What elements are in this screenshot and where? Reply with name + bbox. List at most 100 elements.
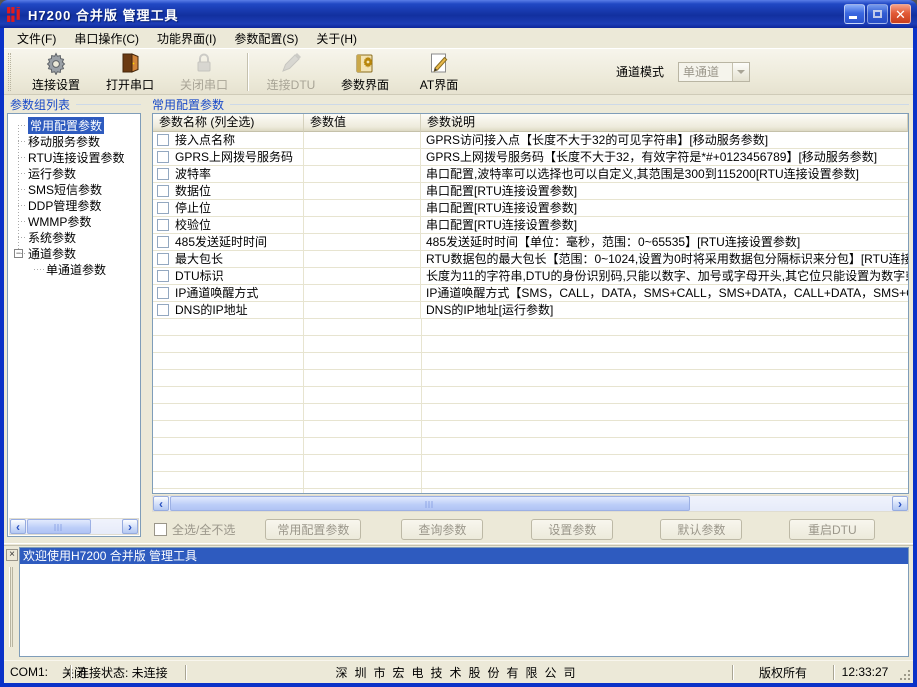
row-checkbox[interactable] bbox=[157, 304, 169, 316]
select-all-checkbox[interactable] bbox=[154, 523, 167, 536]
titlebar[interactable]: H7200 合并版 管理工具 ✕ bbox=[0, 0, 917, 28]
toolbar-button-at-view[interactable]: AT界面 bbox=[402, 50, 476, 93]
row-checkbox[interactable] bbox=[157, 287, 169, 299]
table-row[interactable]: 485发送延时时间 485发送延时时间【单位：毫秒，范围：0~65535】[RT… bbox=[153, 234, 908, 251]
maximize-button[interactable] bbox=[867, 4, 888, 24]
scroll-right-icon[interactable]: › bbox=[892, 496, 908, 511]
row-checkbox[interactable] bbox=[157, 270, 169, 282]
chevron-down-icon[interactable] bbox=[732, 63, 749, 81]
param-value-cell[interactable] bbox=[304, 268, 421, 285]
tree-item[interactable]: − 移动服务参数 bbox=[8, 133, 140, 149]
close-button[interactable]: ✕ bbox=[890, 4, 911, 24]
row-checkbox[interactable] bbox=[157, 253, 169, 265]
column-header-desc[interactable]: 参数说明 bbox=[421, 114, 908, 132]
table-horizontal-scrollbar[interactable]: ‹ › bbox=[152, 495, 909, 512]
window-title: H7200 合并版 管理工具 bbox=[28, 5, 179, 24]
param-value-cell[interactable] bbox=[304, 302, 421, 319]
footer-button[interactable]: 常用配置参数 bbox=[265, 519, 361, 540]
toolbar-button-label: 连接设置 bbox=[32, 76, 80, 93]
table-row[interactable]: 数据位 串口配置[RTU连接设置参数] bbox=[153, 183, 908, 200]
tree-item[interactable]: − 通道参数 bbox=[8, 245, 140, 261]
minimize-button[interactable] bbox=[844, 4, 865, 24]
tree-item[interactable]: − SMS短信参数 bbox=[8, 181, 140, 197]
tree-item[interactable]: − 运行参数 bbox=[8, 165, 140, 181]
table-row[interactable]: 校验位 串口配置[RTU连接设置参数] bbox=[153, 217, 908, 234]
tree-item[interactable]: − RTU连接设置参数 bbox=[8, 149, 140, 165]
param-name: 停止位 bbox=[175, 200, 211, 216]
table-row[interactable]: 波特率 串口配置,波特率可以选择也可以自定义,其范围是300到115200[RT… bbox=[153, 166, 908, 183]
row-checkbox[interactable] bbox=[157, 202, 169, 214]
toolbar-button-open-serial[interactable]: 打开串口 bbox=[93, 50, 167, 93]
tree-horizontal-scrollbar[interactable]: ‹ › bbox=[9, 518, 139, 535]
menu-bar: 文件(F)串口操作(C)功能界面(I)参数配置(S)关于(H) bbox=[4, 28, 913, 48]
log-grip[interactable] bbox=[9, 567, 13, 647]
param-value-cell[interactable] bbox=[304, 149, 421, 166]
table-row[interactable]: 停止位 串口配置[RTU连接设置参数] bbox=[153, 200, 908, 217]
param-value-cell[interactable] bbox=[304, 217, 421, 234]
menu-item[interactable]: 串口操作(C) bbox=[65, 28, 148, 49]
select-all-label: 全选/全不选 bbox=[172, 521, 235, 538]
footer-button[interactable]: 查询参数 bbox=[401, 519, 483, 540]
row-checkbox[interactable] bbox=[157, 236, 169, 248]
row-checkbox[interactable] bbox=[157, 185, 169, 197]
scroll-thumb[interactable] bbox=[27, 519, 91, 534]
log-list[interactable]: 欢迎使用H7200 合并版 管理工具 bbox=[19, 547, 909, 657]
scroll-left-icon[interactable]: ‹ bbox=[10, 519, 26, 534]
table-row[interactable]: DNS的IP地址 DNS的IP地址[运行参数] bbox=[153, 302, 908, 319]
menu-item[interactable]: 关于(H) bbox=[307, 28, 366, 49]
status-copyright: 版权所有 bbox=[733, 661, 833, 683]
table-row[interactable]: GPRS上网拨号服务码 GPRS上网拨号服务码【长度不大于32，有效字符是*#+… bbox=[153, 149, 908, 166]
log-line[interactable]: 欢迎使用H7200 合并版 管理工具 bbox=[20, 548, 908, 564]
table-footer: 全选/全不选 常用配置参数 查询参数 设置参数 默认参数 重启DTU bbox=[152, 518, 909, 540]
param-name: 校验位 bbox=[175, 217, 211, 233]
tree-item[interactable]: − 单通道参数 bbox=[8, 261, 140, 277]
param-value-cell[interactable] bbox=[304, 166, 421, 183]
toolbar-grip[interactable] bbox=[8, 53, 11, 91]
param-name: 波特率 bbox=[175, 166, 211, 182]
param-value-cell[interactable] bbox=[304, 285, 421, 302]
table-row[interactable]: DTU标识 长度为11的字符串,DTU的身份识别码,只能以数字、加号或字母开头,… bbox=[153, 268, 908, 285]
toolbar-button-connect-settings[interactable]: 连接设置 bbox=[19, 50, 93, 93]
menu-item[interactable]: 参数配置(S) bbox=[225, 28, 307, 49]
status-port: COM1:关闭 bbox=[4, 661, 70, 683]
tree-item[interactable]: − 系统参数 bbox=[8, 229, 140, 245]
row-checkbox[interactable] bbox=[157, 151, 169, 163]
footer-button[interactable]: 默认参数 bbox=[660, 519, 742, 540]
column-header-name[interactable]: 参数名称 (列全选) bbox=[153, 114, 304, 132]
tree-item[interactable]: − DDP管理参数 bbox=[8, 197, 140, 213]
tree-item-label: SMS短信参数 bbox=[28, 181, 102, 198]
lock-icon bbox=[192, 51, 216, 75]
param-value-cell[interactable] bbox=[304, 132, 421, 149]
column-header-value[interactable]: 参数值 bbox=[304, 114, 421, 132]
footer-button[interactable]: 重启DTU bbox=[789, 519, 875, 540]
table-row[interactable]: 最大包长 RTU数据包的最大包长【范围：0~1024,设置为0时将采用数据包分隔… bbox=[153, 251, 908, 268]
param-value-cell[interactable] bbox=[304, 234, 421, 251]
table-header: 参数名称 (列全选) 参数值 参数说明 bbox=[153, 114, 908, 132]
scroll-left-icon[interactable]: ‹ bbox=[153, 496, 169, 511]
param-desc-cell: GPRS上网拨号服务码【长度不大于32，有效字符是*#+0123456789】[… bbox=[421, 149, 908, 166]
scroll-thumb[interactable] bbox=[170, 496, 690, 511]
resize-grip[interactable] bbox=[896, 666, 912, 682]
toolbar-button-param-view[interactable]: 参数界面 bbox=[328, 50, 402, 93]
row-checkbox[interactable] bbox=[157, 219, 169, 231]
log-splitter[interactable] bbox=[4, 543, 913, 546]
param-value-cell[interactable] bbox=[304, 183, 421, 200]
channel-mode-select[interactable]: 单通道 bbox=[678, 62, 750, 82]
tree-item[interactable]: − WMMP参数 bbox=[8, 213, 140, 229]
menu-item[interactable]: 文件(F) bbox=[8, 28, 65, 49]
param-name: 数据位 bbox=[175, 183, 211, 199]
menu-item[interactable]: 功能界面(I) bbox=[148, 28, 225, 49]
table-row[interactable]: 接入点名称 GPRS访问接入点【长度不大于32的可见字符串】[移动服务参数] bbox=[153, 132, 908, 149]
row-checkbox[interactable] bbox=[157, 168, 169, 180]
gear-icon bbox=[44, 51, 68, 75]
scroll-right-icon[interactable]: › bbox=[122, 519, 138, 534]
param-value-cell[interactable] bbox=[304, 200, 421, 217]
footer-button[interactable]: 设置参数 bbox=[531, 519, 613, 540]
param-value-cell[interactable] bbox=[304, 251, 421, 268]
tree-item[interactable]: − 常用配置参数 bbox=[8, 117, 140, 133]
tree-item-label: 运行参数 bbox=[28, 165, 76, 182]
log-close-button[interactable]: × bbox=[6, 549, 18, 561]
book-gear-icon bbox=[353, 51, 377, 75]
row-checkbox[interactable] bbox=[157, 134, 169, 146]
table-row[interactable]: IP通道唤醒方式 IP通道唤醒方式【SMS，CALL，DATA，SMS+CALL… bbox=[153, 285, 908, 302]
